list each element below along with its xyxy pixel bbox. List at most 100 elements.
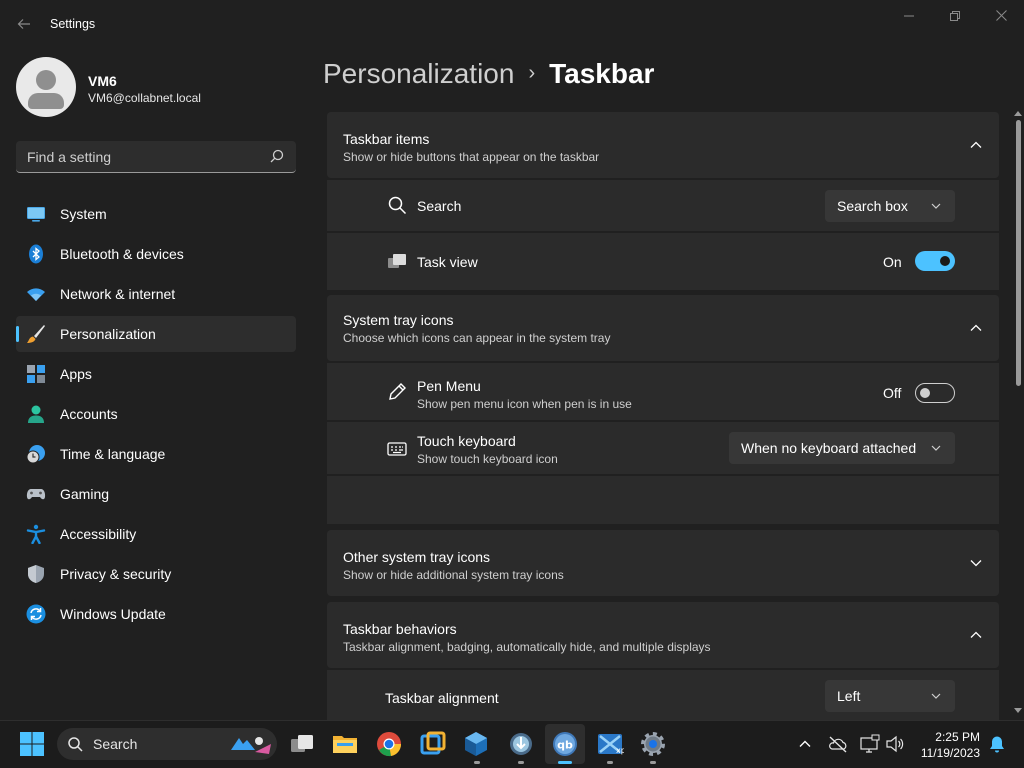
touch-keyboard-label: Touch keyboard xyxy=(417,433,516,449)
taskbar-alignment-label: Taskbar alignment xyxy=(385,690,499,706)
system-icon xyxy=(27,207,45,222)
sidebar-item-time-language[interactable]: Time & language xyxy=(16,436,296,472)
search-icon xyxy=(68,737,83,752)
svg-text:xp: xp xyxy=(616,746,624,755)
search-mode-dropdown[interactable]: Search box xyxy=(825,190,955,222)
notification-bell-icon[interactable] xyxy=(988,735,1006,753)
network-icon[interactable] xyxy=(860,734,880,754)
brush-icon xyxy=(27,325,45,343)
empty-row xyxy=(327,474,999,524)
taskbar-items-section: Taskbar items Show or hide buttons that … xyxy=(327,112,999,178)
chevron-up-icon[interactable] xyxy=(798,737,812,751)
breadcrumb-separator: › xyxy=(528,62,536,84)
dropdown-value: Search box xyxy=(837,198,908,214)
chevron-down-icon[interactable] xyxy=(969,556,983,570)
other-tray-header[interactable]: Other system tray icons Show or hide add… xyxy=(327,530,999,596)
sidebar-item-label: Personalization xyxy=(60,326,156,342)
onedrive-offline-icon[interactable] xyxy=(828,734,848,754)
touch-keyboard-dropdown[interactable]: When no keyboard attached xyxy=(729,432,955,464)
restore-icon xyxy=(950,11,960,21)
scrollbar[interactable] xyxy=(1013,110,1023,716)
avatar[interactable] xyxy=(16,57,76,117)
sidebar-item-label: Windows Update xyxy=(60,606,166,622)
clock-globe-icon xyxy=(26,445,45,464)
sidebar-item-gaming[interactable]: Gaming xyxy=(16,476,296,512)
sidebar-item-apps[interactable]: Apps xyxy=(16,356,296,392)
app-icon[interactable] xyxy=(419,730,447,758)
running-indicator xyxy=(607,761,613,764)
sidebar-item-label: System xyxy=(60,206,107,222)
settings-icon[interactable] xyxy=(639,730,667,758)
gamepad-icon xyxy=(26,489,46,500)
sidebar-item-privacy[interactable]: Privacy & security xyxy=(16,556,296,592)
task-view-label: Task view xyxy=(417,254,478,270)
clock-time[interactable]: 2:25 PM xyxy=(916,730,980,744)
clock-date[interactable]: 11/19/2023 xyxy=(916,746,980,760)
taskbar-items-header[interactable]: Taskbar items Show or hide buttons that … xyxy=(327,112,999,178)
settings-window: Settings VM6 VM6@collabnet.local System … xyxy=(0,0,1024,720)
search-highlight-icon xyxy=(231,737,271,754)
scroll-thumb[interactable] xyxy=(1016,120,1021,386)
sidebar-item-network[interactable]: Network & internet xyxy=(16,276,296,312)
scroll-up-icon[interactable] xyxy=(1014,110,1022,116)
back-button[interactable] xyxy=(12,12,36,36)
volume-icon[interactable] xyxy=(885,734,905,754)
chevron-up-icon[interactable] xyxy=(969,628,983,642)
minimize-button[interactable] xyxy=(886,6,932,28)
section-subtitle: Taskbar alignment, badging, automaticall… xyxy=(343,640,711,654)
sidebar-item-accounts[interactable]: Accounts xyxy=(16,396,296,432)
chevron-down-icon xyxy=(931,445,941,451)
taskbar-alignment-dropdown[interactable]: Left xyxy=(825,680,955,712)
section-title: Taskbar items xyxy=(343,131,430,147)
installer-icon[interactable] xyxy=(507,730,535,758)
running-indicator xyxy=(518,761,524,764)
user-email: VM6@collabnet.local xyxy=(88,91,201,105)
sidebar-item-windows-update[interactable]: Windows Update xyxy=(16,596,296,632)
pen-menu-toggle[interactable] xyxy=(915,383,955,403)
other-tray-section[interactable]: Other system tray icons Show or hide add… xyxy=(327,530,999,596)
close-button[interactable] xyxy=(978,6,1024,28)
maximize-button[interactable] xyxy=(932,6,978,28)
xp-mode-icon[interactable]: xp xyxy=(596,730,624,758)
search-icon[interactable] xyxy=(270,149,284,163)
system-tray-header[interactable]: System tray icons Choose which icons can… xyxy=(327,295,999,361)
breadcrumb-parent[interactable]: Personalization xyxy=(323,58,514,89)
accounts-icon xyxy=(28,405,44,423)
sidebar-item-bluetooth[interactable]: Bluetooth & devices xyxy=(16,236,296,272)
update-icon xyxy=(26,604,46,624)
chevron-down-icon xyxy=(931,693,941,699)
shield-icon xyxy=(28,565,44,583)
running-indicator xyxy=(474,761,480,764)
section-title: Taskbar behaviors xyxy=(343,621,457,637)
scroll-down-icon[interactable] xyxy=(1014,708,1022,714)
task-view-toggle[interactable] xyxy=(915,251,955,271)
sidebar-item-label: Accessibility xyxy=(60,526,137,542)
chevron-up-icon[interactable] xyxy=(969,321,983,335)
sidebar-item-personalization[interactable]: Personalization xyxy=(16,316,296,352)
taskbar-alignment-row: Taskbar alignment Left xyxy=(327,668,999,720)
keyboard-icon xyxy=(387,442,407,456)
sidebar-item-system[interactable]: System xyxy=(16,196,296,232)
start-icon[interactable] xyxy=(18,730,46,758)
pen-icon xyxy=(389,383,406,400)
taskbar-behaviors-header[interactable]: Taskbar behaviors Taskbar alignment, bad… xyxy=(327,602,999,668)
qbittorrent-icon[interactable]: qb xyxy=(551,730,579,758)
virtualbox-icon[interactable] xyxy=(462,730,490,758)
sidebar-item-label: Network & internet xyxy=(60,286,176,302)
system-tray-section: System tray icons Choose which icons can… xyxy=(327,295,999,361)
taskbar-behaviors-section: Taskbar behaviors Taskbar alignment, bad… xyxy=(327,602,999,668)
sidebar-item-label: Bluetooth & devices xyxy=(60,246,184,262)
dropdown-value: When no keyboard attached xyxy=(741,440,917,456)
page-title: Taskbar xyxy=(549,58,655,89)
file-explorer-icon[interactable] xyxy=(331,730,359,758)
running-indicator xyxy=(650,761,656,764)
chrome-icon[interactable] xyxy=(375,730,403,758)
chevron-up-icon[interactable] xyxy=(969,138,983,152)
section-subtitle: Show or hide buttons that appear on the … xyxy=(343,150,600,164)
toggle-state-label: On xyxy=(883,254,902,270)
task-view-icon[interactable] xyxy=(288,730,316,758)
svg-text:qb: qb xyxy=(557,739,573,752)
taskbar-search-box[interactable]: Search xyxy=(57,728,277,760)
search-input[interactable] xyxy=(16,141,266,172)
sidebar-item-accessibility[interactable]: Accessibility xyxy=(16,516,296,552)
